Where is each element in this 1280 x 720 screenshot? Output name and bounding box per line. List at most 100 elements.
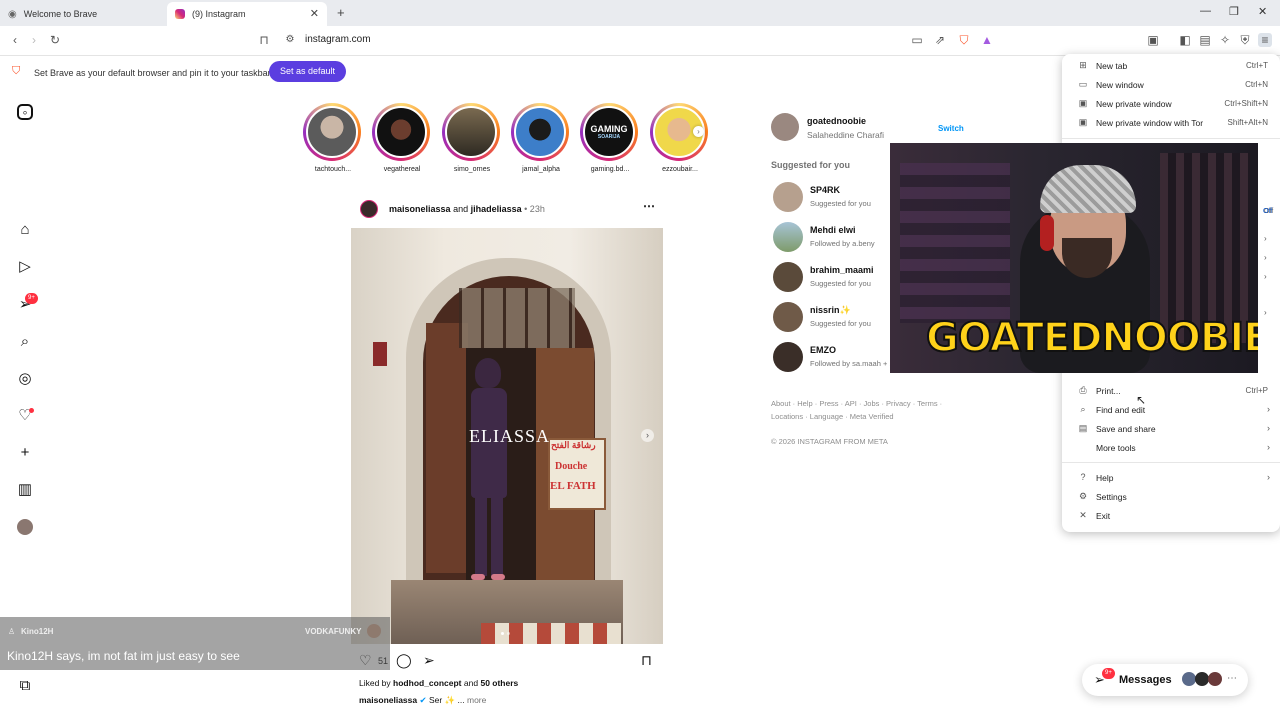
brave-shields-icon[interactable]: ⛉ <box>957 33 971 47</box>
minimize-icon[interactable]: — <box>1200 5 1211 17</box>
tab-welcome[interactable]: ◉ Welcome to Brave <box>0 2 165 26</box>
menu-item-help[interactable]: ? Help › <box>1062 469 1280 487</box>
caption-more[interactable]: more <box>467 695 486 705</box>
menu-label: New private window <box>1096 99 1172 109</box>
forward-icon[interactable]: › <box>27 33 41 47</box>
back-icon[interactable]: ‹ <box>8 33 22 47</box>
suggested-name[interactable]: EMZO <box>810 345 836 355</box>
site-info-icon[interactable]: ⚙ <box>283 33 297 47</box>
close-tab-icon[interactable]: ✕ <box>310 7 319 20</box>
post-image[interactable]: رشاقة الفتح Douche EL FATH ELIASSA › <box>351 228 663 644</box>
wallet-icon[interactable]: ▣ <box>1146 33 1160 47</box>
menu-shortcut: Ctrl+P <box>1245 386 1268 395</box>
reload-icon[interactable]: ↻ <box>48 33 62 47</box>
suggested-avatar[interactable] <box>773 342 803 372</box>
suggested-name[interactable]: SP4RK <box>810 185 840 195</box>
bookmark-icon[interactable]: ⊓ <box>257 33 271 47</box>
suggested-avatar[interactable] <box>773 182 803 212</box>
story-item[interactable]: simo_ornes <box>442 103 502 173</box>
story-name: jamal_alpha <box>522 166 560 173</box>
profile-avatar[interactable] <box>17 519 33 535</box>
menu-item-new-private-window[interactable]: ▣ New private window Ctrl+Shift+N <box>1062 95 1280 113</box>
window-close-icon[interactable]: ✕ <box>1258 5 1267 18</box>
menu-item-print[interactable]: ⎙ Print... Ctrl+P <box>1062 382 1280 400</box>
suggested-name[interactable]: brahim_maami <box>810 265 874 275</box>
suggested-sub: Suggested for you <box>810 279 871 288</box>
submenu-chevron-icon: › <box>1264 234 1267 243</box>
maximize-icon[interactable]: ❐ <box>1229 5 1239 18</box>
suggested-avatar[interactable] <box>773 302 803 332</box>
profile-fullname: Salaheddine Charafi <box>807 130 885 140</box>
cast-icon[interactable]: ▭ <box>910 33 924 47</box>
chat-message: Kino12H says, im not fat im just easy to… <box>7 649 240 663</box>
liked-by-others[interactable]: 50 others <box>480 678 518 688</box>
messages-button[interactable]: ➢ 9+ Messages ⋯ <box>1082 664 1248 696</box>
stories-next-icon[interactable]: › <box>693 126 704 137</box>
share-icon[interactable]: ⇗ <box>933 33 947 47</box>
comment-icon[interactable]: ◯ <box>396 652 412 669</box>
leo-icon[interactable]: ✧ <box>1218 33 1232 47</box>
menu-item-more-tools[interactable]: More tools › <box>1062 439 1280 457</box>
menu-item-save-and-share[interactable]: ▤ Save and share › <box>1062 420 1280 438</box>
new-tab-icon[interactable]: + <box>337 5 345 20</box>
menu-label: New window <box>1096 80 1144 90</box>
address-bar[interactable]: instagram.com <box>305 34 371 45</box>
reels-icon[interactable]: ▷ <box>16 258 34 276</box>
profile-avatar-right[interactable] <box>771 113 799 141</box>
tab-label: Welcome to Brave <box>23 9 98 19</box>
menu-item-settings[interactable]: ⚙ Settings <box>1062 488 1280 506</box>
share-post-icon[interactable]: ➢ <box>423 652 435 669</box>
suggested-name[interactable]: Mehdi elwi <box>810 225 856 235</box>
menu-item-new-tor-window[interactable]: ▣ New private window with Tor Shift+Alt+… <box>1062 114 1280 132</box>
menu-item-exit[interactable]: ✕ Exit <box>1062 507 1280 525</box>
profile-username[interactable]: goatednoobie <box>807 116 866 126</box>
off-toggle-label: Off <box>1263 208 1273 215</box>
search-icon[interactable]: ⌕ <box>16 333 34 351</box>
switch-link[interactable]: Switch <box>938 124 964 133</box>
next-image-icon[interactable]: › <box>641 429 654 442</box>
story-name: vegathereal <box>383 166 421 173</box>
menu-shortcut: Ctrl+Shift+N <box>1224 99 1268 108</box>
more-options-icon[interactable]: ⋯ <box>643 199 655 213</box>
caption-user[interactable]: maisoneliassa <box>359 695 417 705</box>
browser-toolbar: ‹ › ↻ ⊓ ⚙ instagram.com ▭ ⇗ ⛉ ▲ ▣ ◧ ▤ ✧ … <box>0 26 1280 56</box>
home-icon[interactable]: ⌂ <box>16 221 34 239</box>
submenu-chevron-icon: › <box>1264 308 1267 317</box>
menu-item-new-tab[interactable]: ⊞ New tab Ctrl+T <box>1062 57 1280 75</box>
story-item[interactable]: tachtouch... <box>303 103 363 173</box>
menu-label: Help <box>1096 473 1114 483</box>
liked-by-user[interactable]: hodhod_concept <box>393 678 461 688</box>
extensions-icon[interactable]: ▤ <box>1198 33 1212 47</box>
dashboard-icon[interactable]: ▥ <box>16 481 34 499</box>
footer-links-1[interactable]: About · Help · Press · API · Jobs · Priv… <box>771 399 942 408</box>
story-item[interactable]: ezzoubair... <box>650 103 710 173</box>
post-coauthor[interactable]: jihadeliassa <box>471 204 522 214</box>
instagram-logo-icon[interactable]: ◦ <box>17 104 33 120</box>
menu-item-find-and-edit[interactable]: ⌕ Find and edit › <box>1062 401 1280 419</box>
tab-instagram[interactable]: (9) Instagram ✕ <box>167 2 327 26</box>
chat-username: Kino12H <box>21 627 54 636</box>
explore-icon[interactable]: ◎ <box>16 370 34 388</box>
footer-links-2[interactable]: Locations · Language · Meta Verified <box>771 412 894 421</box>
sidebar-icon[interactable]: ◧ <box>1178 33 1192 47</box>
suggested-avatar[interactable] <box>773 262 803 292</box>
menu-label: Save and share <box>1096 424 1156 434</box>
also-from-meta-icon[interactable]: ⧉ <box>16 677 34 695</box>
create-icon[interactable]: + <box>16 444 34 462</box>
suggested-name[interactable]: nissrin✨ <box>810 305 851 316</box>
more-icon[interactable]: ⋯ <box>1227 673 1237 684</box>
story-item[interactable]: vegathereal <box>372 103 432 173</box>
vpn-icon[interactable]: ⛨ <box>1238 33 1252 47</box>
post-avatar[interactable] <box>360 200 378 218</box>
menu-icon[interactable]: ≡ <box>1258 33 1272 47</box>
story-item[interactable]: GAMING SOARIJA gaming.bd... <box>580 103 640 173</box>
menu-item-new-window[interactable]: ▭ New window Ctrl+N <box>1062 76 1280 94</box>
post-username[interactable]: maisoneliassa <box>389 204 451 214</box>
menu-shortcut: Shift+Alt+N <box>1227 118 1268 127</box>
liked-by-and: and <box>463 678 479 688</box>
save-post-icon[interactable]: ⊓ <box>641 652 652 669</box>
suggested-avatar[interactable] <box>773 222 803 252</box>
set-default-button[interactable]: Set as default <box>269 61 346 82</box>
brave-rewards-icon[interactable]: ▲ <box>980 33 994 47</box>
story-item[interactable]: jamal_alpha <box>511 103 571 173</box>
